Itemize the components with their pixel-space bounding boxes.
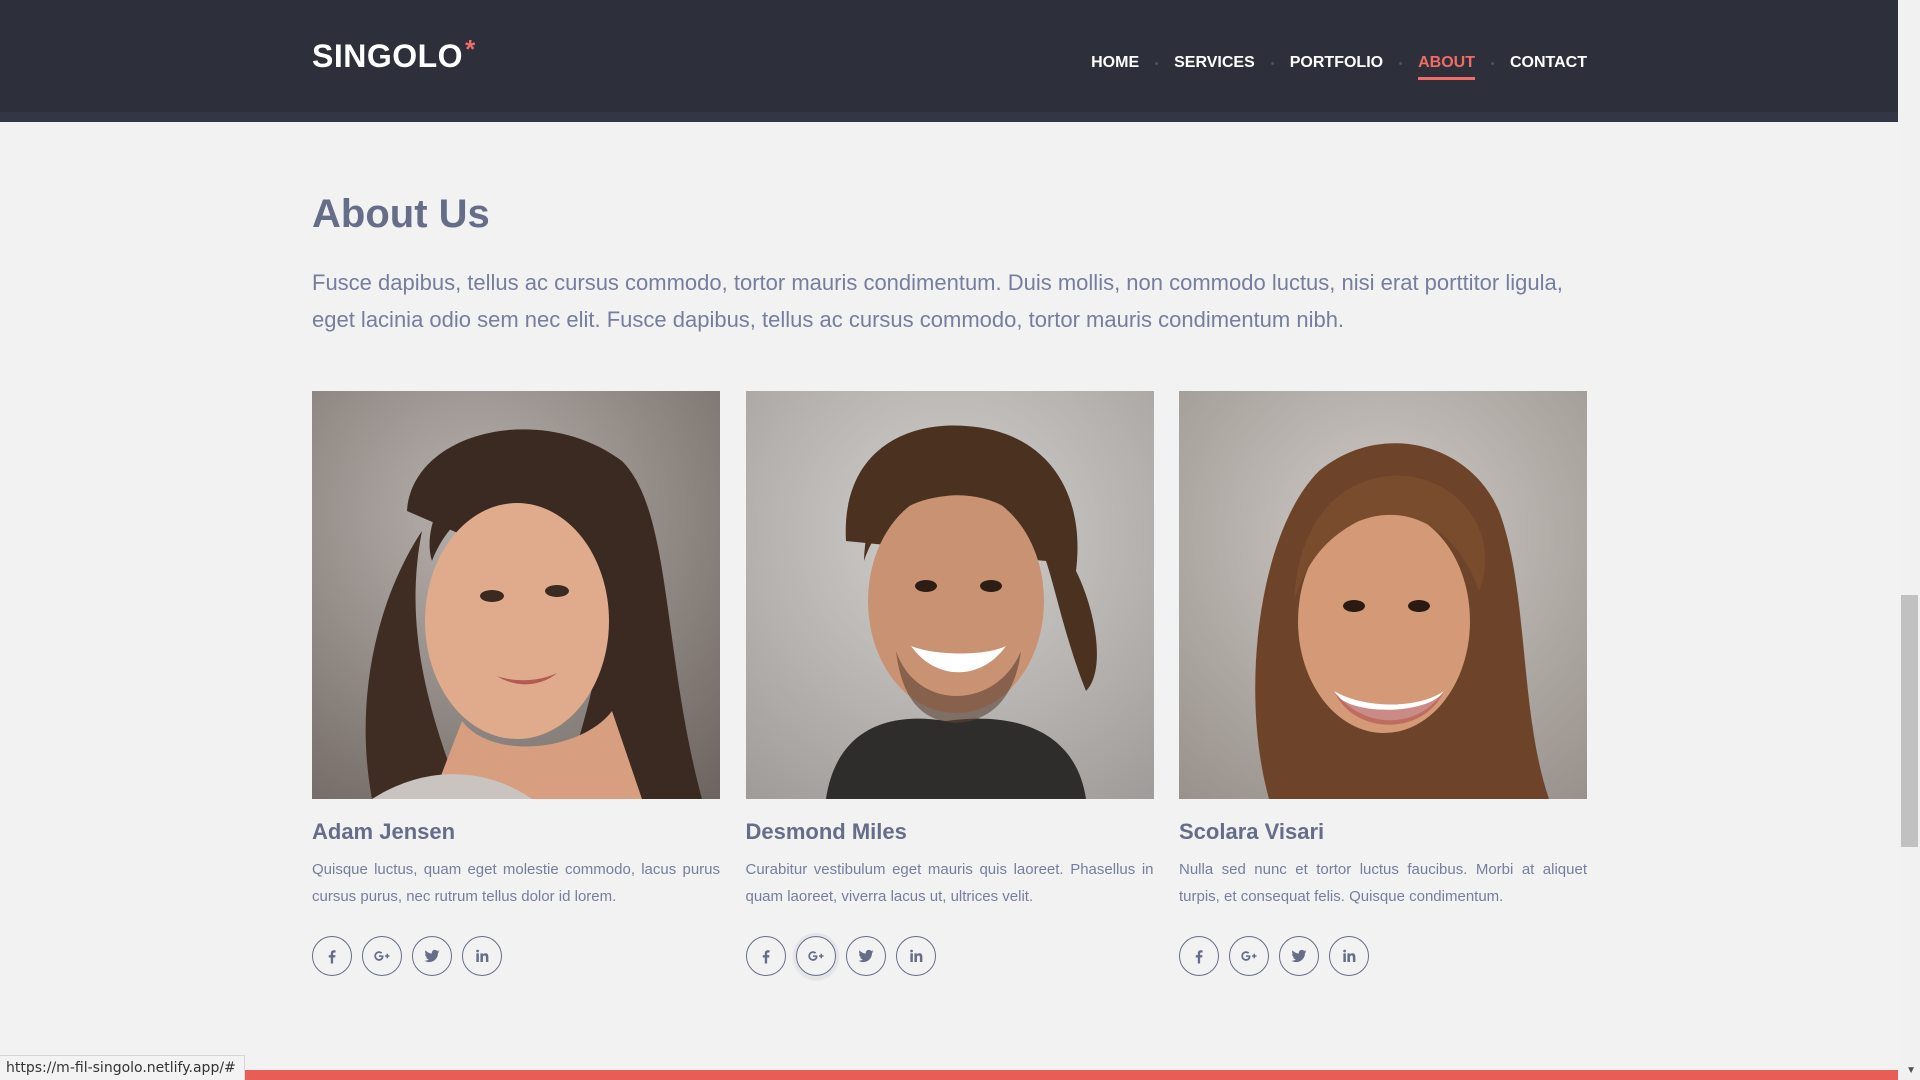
- section-title: About Us: [312, 192, 490, 236]
- main-nav: HOME SERVICES PORTFOLIO ABOUT CONTACT: [1091, 54, 1587, 80]
- member-photo: [1179, 391, 1587, 799]
- google-plus-icon[interactable]: [362, 936, 402, 976]
- nav-home[interactable]: HOME: [1091, 54, 1139, 78]
- twitter-icon[interactable]: [412, 936, 452, 976]
- member-bio: Quisque luctus, quam eget molestie commo…: [312, 861, 720, 905]
- next-section-edge: [237, 1070, 1898, 1080]
- site-header: SINGOLO* HOME SERVICES PORTFOLIO ABOUT C…: [0, 0, 1898, 122]
- facebook-icon[interactable]: [312, 936, 352, 976]
- scrollbar[interactable]: ▼: [1898, 0, 1920, 1080]
- twitter-icon[interactable]: [1279, 936, 1319, 976]
- logo-text: SINGOLO: [312, 38, 464, 74]
- social-links: [745, 936, 1154, 976]
- scroll-down-icon[interactable]: ▼: [1906, 1065, 1916, 1076]
- member-name: Desmond Miles: [745, 819, 907, 844]
- member-photo: [745, 391, 1154, 799]
- nav-contact[interactable]: CONTACT: [1510, 54, 1587, 78]
- member-name: Scolara Visari: [1179, 819, 1325, 844]
- linkedin-icon[interactable]: [462, 936, 502, 976]
- nav-about[interactable]: ABOUT: [1418, 54, 1475, 80]
- member-bio: Nulla sed nunc et tortor luctus faucibus…: [1179, 861, 1587, 905]
- nav-services[interactable]: SERVICES: [1174, 54, 1255, 78]
- member-name: Adam Jensen: [312, 819, 456, 844]
- scrollbar-thumb[interactable]: [1901, 595, 1918, 847]
- member-photo: [312, 391, 720, 799]
- google-plus-icon[interactable]: [795, 936, 836, 976]
- twitter-icon[interactable]: [845, 936, 886, 976]
- nav-separator: [1270, 61, 1274, 65]
- facebook-icon[interactable]: [1179, 936, 1219, 976]
- facebook-icon[interactable]: [745, 936, 786, 976]
- team-member: Adam Jensen Quisque luctus, quam eget mo…: [312, 391, 720, 976]
- linkedin-icon[interactable]: [1329, 936, 1369, 976]
- social-links: [312, 936, 720, 976]
- logo-star: *: [465, 34, 476, 64]
- social-links: [1179, 936, 1587, 976]
- google-plus-icon[interactable]: [1229, 936, 1269, 976]
- nav-separator: [1490, 61, 1494, 65]
- linkedin-icon[interactable]: [895, 936, 936, 976]
- team-member: Desmond Miles Curabitur vestibulum eget …: [745, 391, 1154, 976]
- nav-portfolio[interactable]: PORTFOLIO: [1290, 54, 1383, 78]
- nav-separator: [1155, 61, 1159, 65]
- team-grid: Adam Jensen Quisque luctus, quam eget mo…: [312, 391, 1587, 976]
- logo[interactable]: SINGOLO*: [312, 34, 476, 75]
- team-member: Scolara Visari Nulla sed nunc et tortor …: [1179, 391, 1587, 976]
- section-intro: Fusce dapibus, tellus ac cursus commodo,…: [312, 270, 1563, 332]
- status-bar-url: https://m-fil-singolo.netlify.app/#: [0, 1055, 245, 1080]
- nav-separator: [1399, 61, 1403, 65]
- member-bio: Curabitur vestibulum eget mauris quis la…: [745, 861, 1154, 905]
